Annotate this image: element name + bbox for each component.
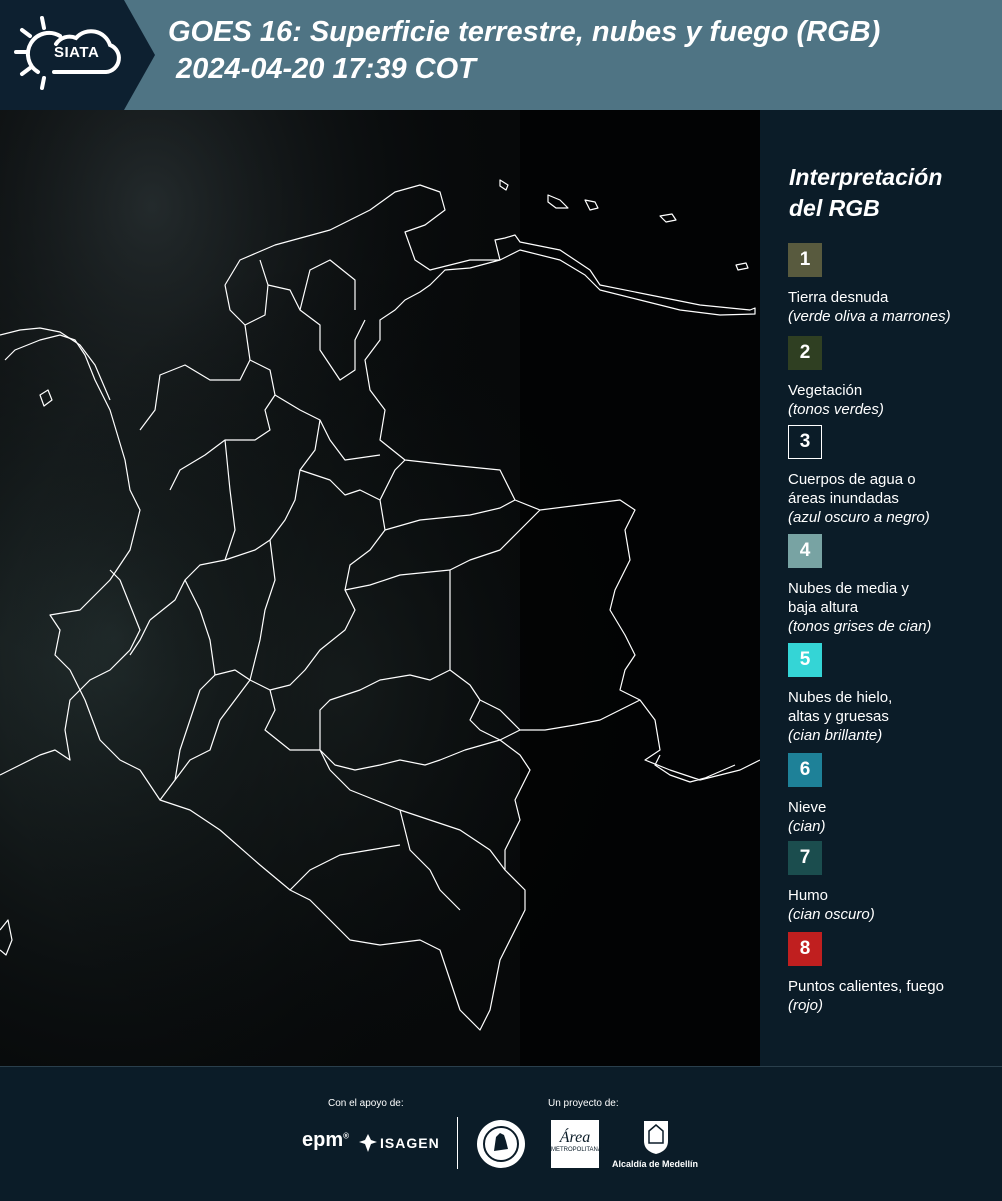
legend-swatch-4: 4 <box>788 534 822 568</box>
legend-label-8: Puntos calientes, fuego <box>788 978 944 995</box>
legend-note-6: (cian) <box>788 818 826 835</box>
legend-panel: Interpretación del RGB 1 Tierra desnuda … <box>761 110 1002 1066</box>
legend-swatch-1: 1 <box>788 243 822 277</box>
legend-note-8: (rojo) <box>788 997 824 1014</box>
area-metropolitana-logo: Área METROPOLITANA <box>551 1120 602 1168</box>
legend-label-6: Nieve <box>788 799 827 816</box>
title-line-1: GOES 16: Superficie terrestre, nubes y f… <box>168 16 881 48</box>
footer-divider <box>457 1117 458 1169</box>
legend-swatch-7: 7 <box>788 841 822 875</box>
legend-swatch-2: 2 <box>788 336 822 370</box>
legend-label-2: Vegetación <box>788 382 863 399</box>
footer: Con el apoyo de: Un proyecto de: epm® IS… <box>0 1066 1002 1201</box>
support-label: Con el apoyo de: <box>328 1098 404 1109</box>
medellin-shield-icon <box>644 1121 668 1154</box>
legend-item-7: 7 Humo (cian oscuro) <box>788 841 998 924</box>
legend-label-3: Cuerpos de agua o áreas inundadas <box>788 471 916 507</box>
legend-label-1: Tierra desnuda <box>788 289 889 306</box>
legend-item-4: 4 Nubes de media y baja altura (tonos gr… <box>788 534 998 636</box>
legend-swatch-6: 6 <box>788 753 822 787</box>
legend-note-4: (tonos grises de cian) <box>788 618 932 635</box>
seal-icon <box>477 1120 525 1168</box>
legend-note-7: (cian oscuro) <box>788 906 875 923</box>
legend-label-7: Humo <box>788 887 829 904</box>
page-title: GOES 16: Superficie terrestre, nubes y f… <box>168 14 880 88</box>
isagen-icon <box>359 1134 377 1152</box>
header-bar: SIATA GOES 16: Superficie terrestre, nub… <box>0 0 1002 110</box>
logo-text: SIATA <box>54 44 100 61</box>
legend-label-5: Nubes de hielo, altas y gruesas <box>788 689 893 725</box>
legend-label-4: Nubes de media y baja altura <box>788 580 909 616</box>
legend-note-5: (cian brillante) <box>788 727 883 744</box>
legend-swatch-8: 8 <box>788 932 822 966</box>
legend-item-5: 5 Nubes de hielo, altas y gruesas (cian … <box>788 643 998 745</box>
legend-item-1: 1 Tierra desnuda (verde oliva a marrones… <box>788 243 998 326</box>
legend-swatch-5: 5 <box>788 643 822 677</box>
legend-item-6: 6 Nieve (cian) <box>788 753 998 836</box>
legend-title: Interpretación del RGB <box>789 164 943 221</box>
legend-item-2: 2 Vegetación (tonos verdes) <box>788 336 998 419</box>
epm-logo: epm® <box>302 1129 350 1151</box>
legend-item-8: 8 Puntos calientes, fuego (rojo) <box>788 932 998 1015</box>
map-dark-east <box>520 110 760 1070</box>
legend-item-3: 3 Cuerpos de agua o áreas inundadas (azu… <box>788 425 998 527</box>
legend-note-3: (azul oscuro a negro) <box>788 509 930 526</box>
isagen-logo: ISAGEN <box>380 1135 440 1151</box>
legend-note-2: (tonos verdes) <box>788 401 884 418</box>
satellite-map <box>0 110 760 1070</box>
title-line-2: 2024-04-20 17:39 COT <box>168 53 476 85</box>
project-label: Un proyecto de: <box>548 1098 619 1109</box>
alcaldia-logo-text: Alcaldía de Medellín <box>612 1159 699 1169</box>
legend-swatch-3: 3 <box>788 425 822 459</box>
legend-note-1: (verde oliva a marrones) <box>788 308 951 325</box>
